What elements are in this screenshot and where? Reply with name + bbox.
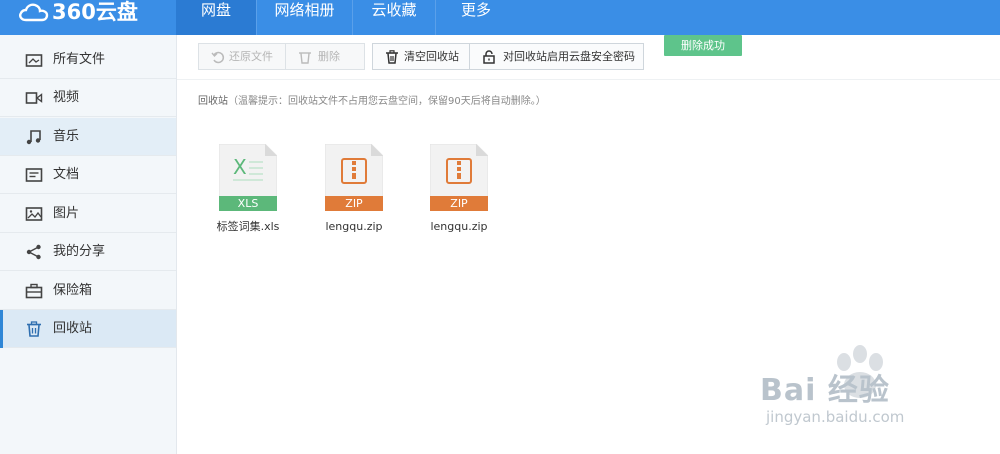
- lock-icon: [483, 50, 495, 64]
- nav-tab-label: 云收藏: [371, 1, 417, 19]
- restore-files-label: 还原文件: [229, 50, 273, 63]
- nav-tab-label: 网络相册: [274, 1, 335, 19]
- sidebar-item-music[interactable]: 音乐: [0, 118, 176, 156]
- empty-recycle-bin-button[interactable]: 清空回收站: [372, 43, 470, 70]
- document-icon: [25, 168, 43, 182]
- trash-icon: [27, 321, 41, 337]
- image-icon: [25, 207, 43, 221]
- restore-files-button[interactable]: 还原文件: [198, 43, 286, 70]
- sidebar-item-label: 保险箱: [53, 283, 93, 298]
- delete-label: 删除: [318, 50, 340, 63]
- nav-tab-album[interactable]: 网络相册: [257, 0, 352, 35]
- safe-icon: [25, 283, 43, 299]
- folder-icon: [25, 54, 43, 67]
- restore-icon: [211, 51, 225, 64]
- sidebar-item-images[interactable]: 图片: [0, 195, 176, 233]
- svg-text:X: X: [233, 155, 247, 179]
- sidebar-item-label: 所有文件: [53, 52, 106, 67]
- sidebar-item-label: 视频: [53, 90, 80, 105]
- recycle-bin-tip: （温馨提示：回收站文件不占用您云盘空间，保留90天后将自动删除。）: [228, 96, 546, 107]
- delete-success-toast: 删除成功: [664, 35, 742, 56]
- nav-tab-label: 网盘: [200, 1, 231, 19]
- file-type-label: ZIP: [450, 197, 468, 210]
- music-icon: [26, 130, 41, 145]
- sidebar-item-recycle-bin[interactable]: 回收站: [0, 310, 176, 348]
- nav-tab-disk[interactable]: 网盘: [176, 0, 256, 35]
- top-bar: 360云盘 网盘 网络相册 云收藏 更多: [0, 0, 1000, 35]
- nav-tab-favorites[interactable]: 云收藏: [353, 0, 435, 35]
- watermark-text: Bai 经验: [760, 373, 890, 408]
- enable-password-button[interactable]: 对回收站启用云盘安全密码: [469, 43, 644, 70]
- sidebar-item-label: 图片: [53, 206, 80, 221]
- file-name: 标签词集.xls: [216, 220, 280, 233]
- enable-password-label: 对回收站启用云盘安全密码: [503, 50, 635, 63]
- sidebar-item-documents[interactable]: 文档: [0, 156, 176, 194]
- sidebar-item-label: 文档: [53, 167, 80, 182]
- toolbar-divider: [177, 79, 1000, 80]
- nav-tab-more[interactable]: 更多: [436, 0, 516, 35]
- sidebar-item-label: 回收站: [53, 321, 93, 336]
- breadcrumb: 回收站（温馨提示：回收站文件不占用您云盘空间，保留90天后将自动删除。）: [198, 95, 546, 109]
- video-icon: [25, 92, 43, 104]
- trash-icon: [299, 52, 311, 64]
- sidebar-item-my-shares[interactable]: 我的分享: [0, 233, 176, 271]
- sidebar-item-label: 音乐: [53, 129, 80, 144]
- app-logo[interactable]: 360云盘: [18, 0, 138, 24]
- file-name: lengqu.zip: [430, 220, 488, 233]
- file-type-label: ZIP: [345, 197, 363, 210]
- app-name: 360云盘: [52, 0, 138, 24]
- nav-tab-label: 更多: [460, 1, 491, 19]
- sidebar-item-all-files[interactable]: 所有文件: [0, 41, 176, 79]
- delete-button[interactable]: 删除: [285, 43, 365, 70]
- sidebar-item-label: 我的分享: [53, 244, 106, 259]
- sidebar-item-video[interactable]: 视频: [0, 79, 176, 117]
- file-type-label: XLS: [237, 197, 259, 210]
- file-name: lengqu.zip: [325, 220, 383, 233]
- breadcrumb-location: 回收站: [198, 96, 228, 107]
- toast-text: 删除成功: [681, 39, 725, 52]
- cloud-logo-icon: [19, 3, 49, 22]
- empty-recycle-bin-label: 清空回收站: [404, 50, 459, 63]
- share-icon: [26, 244, 41, 260]
- watermark-url: jingyan.baidu.com: [766, 408, 905, 426]
- trash-icon: [386, 50, 398, 64]
- sidebar-item-safe[interactable]: 保险箱: [0, 272, 176, 310]
- sidebar: 所有文件 视频 音乐 文档 图片 我的分享 保险箱 回收站: [0, 35, 177, 454]
- main-nav: 网盘 网络相册 云收藏 更多: [176, 0, 516, 35]
